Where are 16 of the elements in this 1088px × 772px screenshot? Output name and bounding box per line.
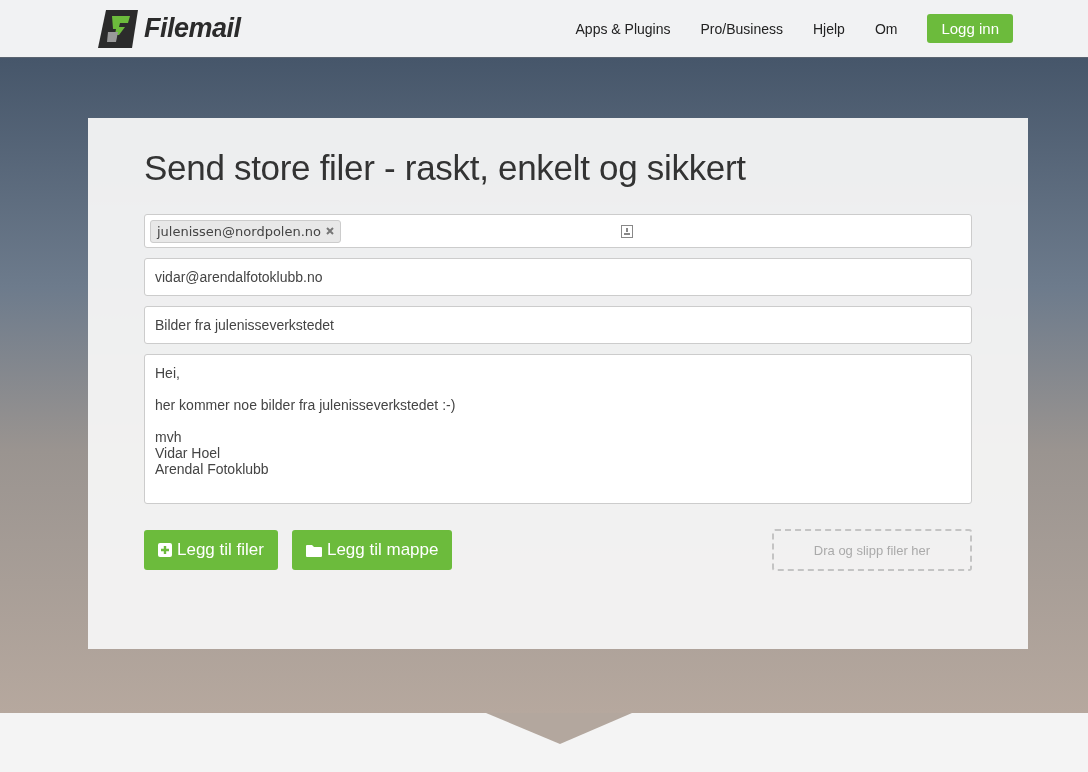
logo-icon: [98, 9, 138, 48]
sender-field[interactable]: vidar@arendalfotoklubb.no: [144, 258, 972, 296]
form-title: Send store filer - raskt, enkelt og sikkert: [144, 148, 747, 188]
nav-link[interactable]: Hjelp: [812, 20, 845, 37]
folder-icon: [305, 543, 322, 557]
nav-link[interactable]: Pro/Business: [700, 20, 783, 37]
remove-icon[interactable]: [326, 227, 335, 235]
contact-icon[interactable]: [621, 225, 633, 238]
recipient-field[interactable]: julenissen@nordpolen.no: [144, 214, 972, 248]
plus-icon: [158, 543, 172, 557]
nav-link[interactable]: Apps & Plugins: [575, 20, 671, 37]
recipient-tag: julenissen@nordpolen.no: [150, 219, 342, 243]
logo-text[interactable]: Filemail: [144, 13, 241, 44]
subject-field[interactable]: Bilder fra julenisseverkstedet: [144, 306, 972, 344]
nav-link[interactable]: Om: [874, 20, 898, 37]
message-field[interactable]: Hei, her kommer noe bilder fra julenisseverkstedet :-) mvh Vidar Hoel Arendal Fotoklubb: [144, 354, 972, 504]
